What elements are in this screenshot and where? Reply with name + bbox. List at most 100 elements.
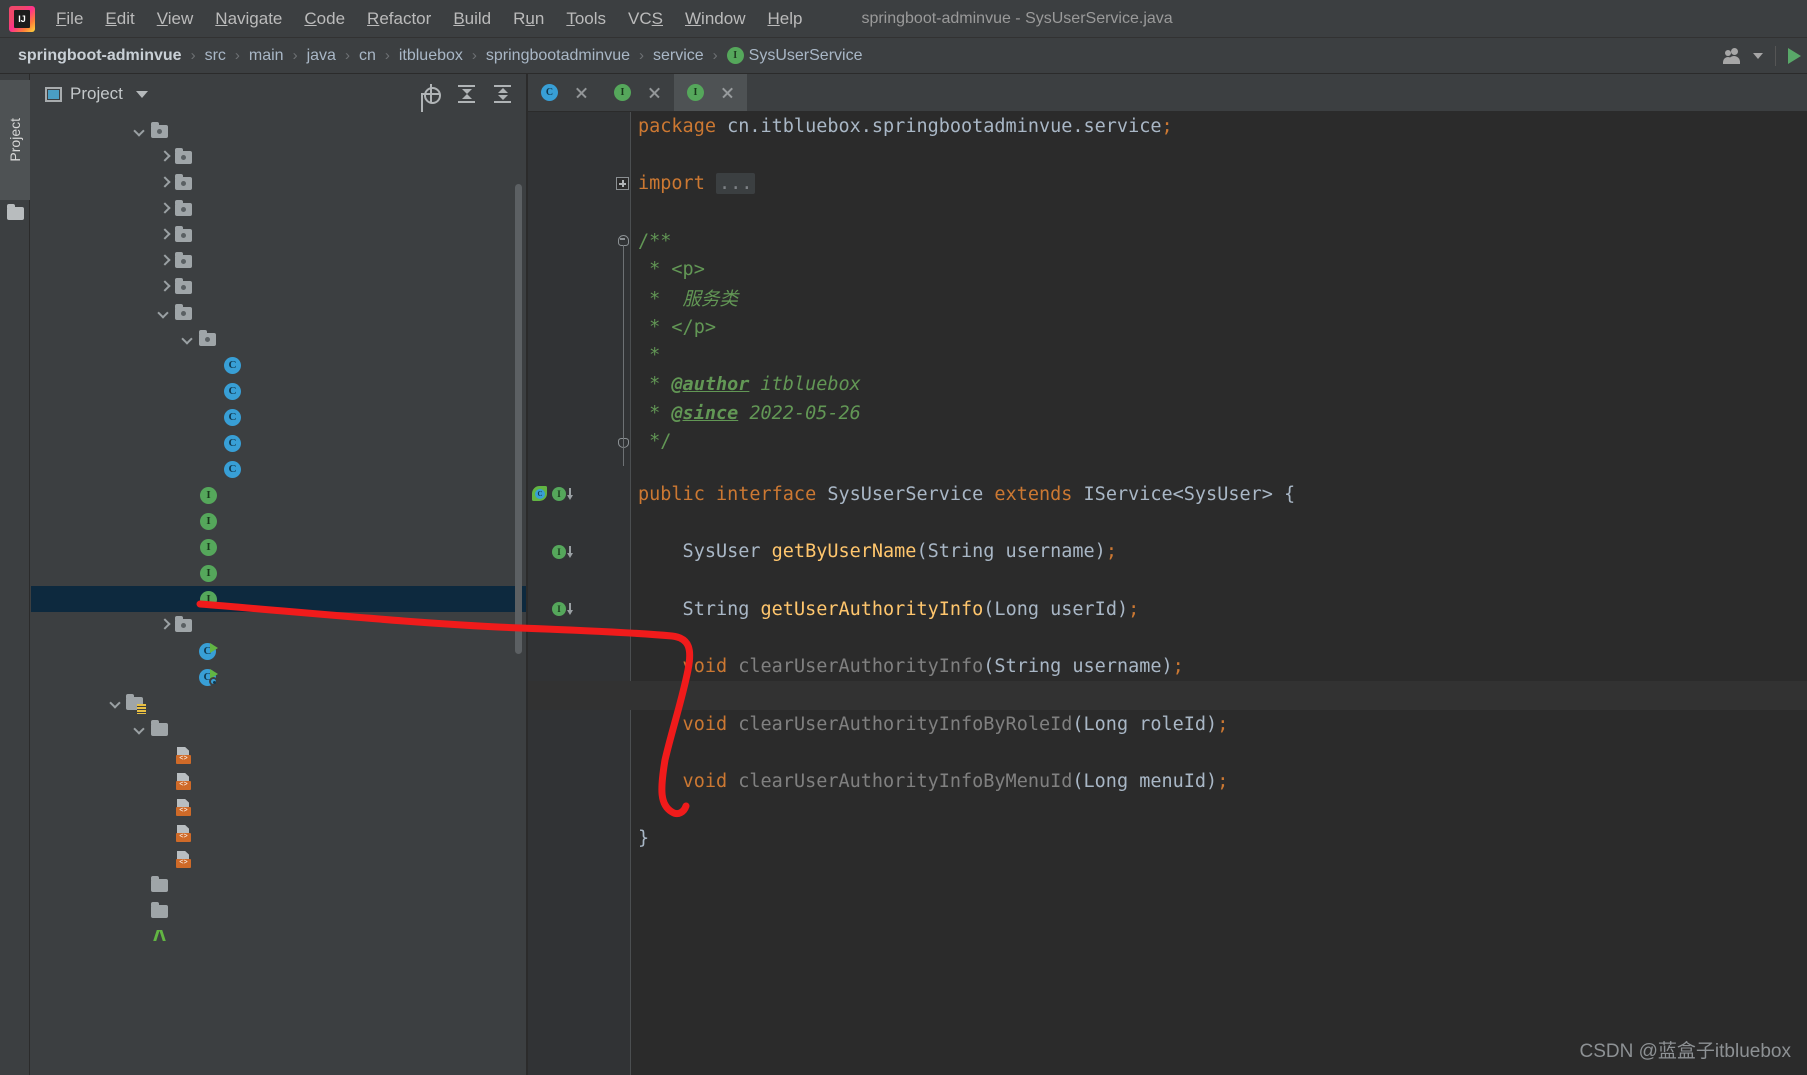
chevron-right-icon[interactable] — [157, 202, 171, 216]
tree-item[interactable] — [31, 170, 526, 196]
code-line[interactable] — [528, 796, 1807, 825]
code-line[interactable] — [528, 509, 1807, 538]
menu-item-edit[interactable]: Edit — [94, 5, 145, 33]
tree-item[interactable]: C — [31, 378, 526, 404]
code-line[interactable]: void clearUserAuthorityInfo(String usern… — [528, 652, 1807, 681]
code-line[interactable]: package cn.itbluebox.springbootadminvue.… — [528, 112, 1807, 141]
tree-item[interactable]: I — [31, 534, 526, 560]
chevron-down-icon[interactable] — [157, 306, 171, 320]
tree-item[interactable]: C — [31, 404, 526, 430]
code-line[interactable] — [528, 738, 1807, 767]
breadcrumb-item-itbluebox[interactable]: itbluebox — [396, 47, 466, 65]
tree-item[interactable]: C — [31, 430, 526, 456]
menu-item-navigate[interactable]: Navigate — [204, 5, 293, 33]
chevron-down-icon[interactable] — [133, 722, 147, 736]
chevron-right-icon[interactable] — [157, 176, 171, 190]
code-line[interactable]: I SysUser getByUserName(String username)… — [528, 538, 1807, 567]
menu-item-run[interactable]: Run — [502, 5, 555, 33]
fold-expand-icon[interactable] — [616, 177, 629, 191]
implemented-by-icon[interactable]: C — [532, 486, 547, 502]
code-line-cursor[interactable] — [528, 681, 1807, 710]
folder-icon[interactable] — [7, 204, 24, 220]
breadcrumb-item-springbootadminvue[interactable]: springbootadminvue — [483, 47, 633, 65]
users-icon[interactable] — [1723, 47, 1749, 65]
tree-item[interactable]: I — [31, 508, 526, 534]
tool-window-button-project[interactable]: Project — [0, 80, 30, 200]
implementing-method-icon[interactable]: I — [552, 602, 566, 616]
tree-item[interactable] — [31, 248, 526, 274]
editor-tab[interactable]: I — [601, 74, 674, 111]
tree-item[interactable]: I — [31, 560, 526, 586]
breadcrumb-item-main[interactable]: main — [246, 47, 287, 65]
code-line[interactable]: * — [528, 342, 1807, 371]
tree-item[interactable]: <> — [31, 742, 526, 768]
run-icon[interactable] — [1788, 47, 1801, 64]
implementation-arrow-icon[interactable] — [566, 488, 574, 501]
chevron-right-icon[interactable] — [157, 618, 171, 632]
breadcrumb-item-src[interactable]: src — [202, 47, 229, 65]
tree-item[interactable] — [31, 690, 526, 716]
tree-item[interactable]: <> — [31, 846, 526, 872]
menu-item-build[interactable]: Build — [442, 5, 502, 33]
project-panel-scrollbar[interactable] — [515, 184, 522, 654]
tree-item[interactable] — [31, 872, 526, 898]
code-line[interactable]: */ — [528, 428, 1807, 457]
tree-item[interactable] — [31, 612, 526, 638]
code-editor[interactable]: package cn.itbluebox.springbootadminvue.… — [528, 112, 1807, 1075]
implementation-arrow-icon[interactable] — [566, 603, 574, 616]
implementation-arrow-icon[interactable] — [566, 545, 574, 559]
tree-item[interactable] — [31, 716, 526, 742]
code-line[interactable] — [528, 624, 1807, 653]
tree-item[interactable]: <> — [31, 794, 526, 820]
code-line[interactable]: * </p> — [528, 313, 1807, 342]
chevron-down-icon[interactable] — [133, 124, 147, 138]
menu-item-help[interactable]: Help — [756, 5, 813, 33]
tree-item[interactable]: <> — [31, 820, 526, 846]
menu-item-code[interactable]: Code — [293, 5, 356, 33]
editor-tab[interactable]: C — [528, 74, 601, 111]
code-line[interactable]: /** — [528, 227, 1807, 256]
tree-item[interactable] — [31, 222, 526, 248]
code-line[interactable]: * <p> — [528, 255, 1807, 284]
code-line[interactable]: C Ipublic interface SysUserService extend… — [528, 480, 1807, 509]
code-line[interactable] — [528, 853, 1807, 882]
tree-item[interactable] — [31, 300, 526, 326]
tree-item[interactable]: I — [31, 482, 526, 508]
implementing-method-icon[interactable]: I — [552, 487, 566, 502]
collapse-all-icon[interactable] — [492, 83, 514, 105]
menu-item-refactor[interactable]: Refactor — [356, 5, 442, 33]
locate-icon[interactable] — [420, 83, 442, 105]
tree-item[interactable]: C — [31, 664, 526, 690]
implementing-method-icon[interactable]: I — [552, 544, 566, 559]
tree-item[interactable] — [31, 196, 526, 222]
expand-all-icon[interactable] — [456, 83, 478, 105]
chevron-down-icon[interactable] — [135, 90, 148, 98]
code-line[interactable]: void clearUserAuthorityInfoByMenuId(Long… — [528, 767, 1807, 796]
code-line[interactable] — [528, 198, 1807, 227]
chevron-down-icon[interactable] — [181, 332, 195, 346]
tree-item[interactable] — [31, 898, 526, 924]
tree-item[interactable]: C — [31, 638, 526, 664]
code-line[interactable]: import ... — [528, 169, 1807, 198]
breadcrumb-root[interactable]: springboot-adminvue — [0, 47, 185, 65]
chevron-right-icon[interactable] — [157, 280, 171, 294]
code-line[interactable]: * @author itbluebox — [528, 370, 1807, 399]
menu-item-tools[interactable]: Tools — [555, 5, 617, 33]
code-line[interactable]: void clearUserAuthorityInfoByRoleId(Long… — [528, 710, 1807, 739]
code-line[interactable]: * @since 2022-05-26 — [528, 399, 1807, 428]
tree-item[interactable] — [31, 326, 526, 352]
chevron-down-icon[interactable] — [109, 696, 123, 710]
code-line[interactable]: } — [528, 825, 1807, 854]
menu-item-file[interactable]: File — [45, 5, 94, 33]
code-line[interactable] — [528, 141, 1807, 170]
tree-item[interactable]: C — [31, 352, 526, 378]
code-line[interactable] — [528, 566, 1807, 595]
tree-item[interactable]: <> — [31, 768, 526, 794]
breadcrumb-item-cn[interactable]: cn — [356, 47, 379, 65]
code-line[interactable]: * 服务类 — [528, 284, 1807, 313]
menu-item-window[interactable]: Window — [674, 5, 756, 33]
breadcrumb-item-leaf[interactable]: I SysUserService — [724, 47, 866, 65]
tree-item[interactable] — [31, 144, 526, 170]
tree-item[interactable] — [31, 118, 526, 144]
code-line[interactable]: I String getUserAuthorityInfo(Long userI… — [528, 595, 1807, 624]
